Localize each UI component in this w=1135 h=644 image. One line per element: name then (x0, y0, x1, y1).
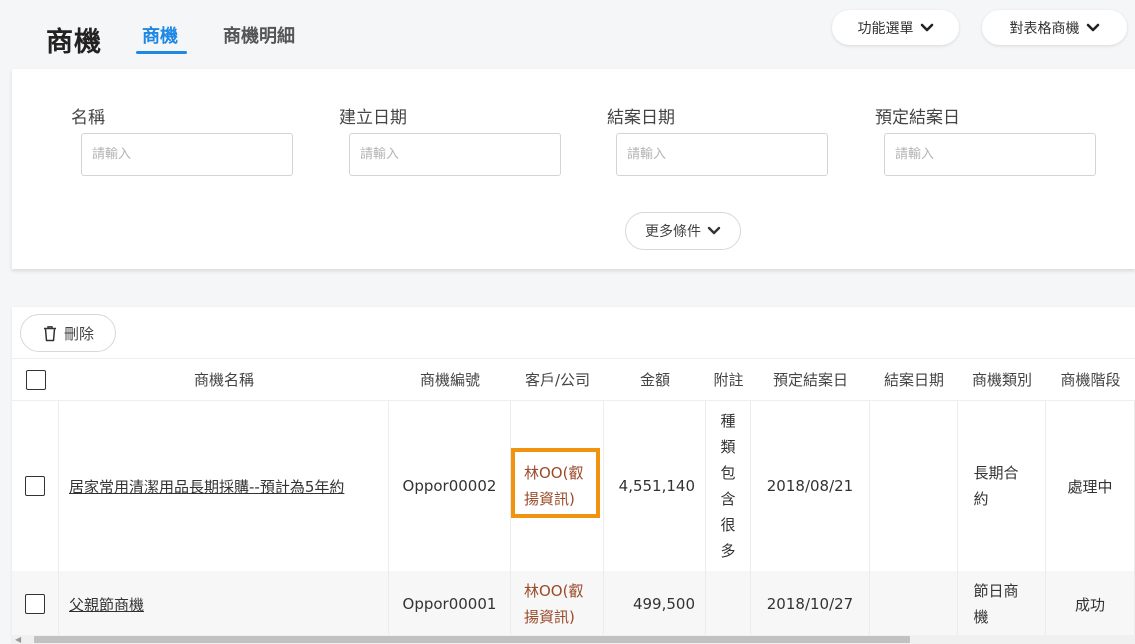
filter-label-created-date: 建立日期 (339, 108, 407, 128)
tab-opportunity-details[interactable]: 商機明細 (223, 22, 295, 48)
due-date-cell: 2018/10/27 (751, 571, 870, 637)
column-header-code[interactable]: 商機編號 (389, 359, 511, 400)
column-header-customer[interactable]: 客戶/公司 (511, 359, 604, 400)
created-date-input[interactable] (349, 133, 561, 176)
customer-cell: 林OO(叡揚資訊) (511, 401, 604, 571)
row-checkbox[interactable] (25, 594, 45, 614)
category-text: 節日商機 (973, 582, 1019, 626)
opportunity-name-link[interactable]: 父親節商機 (69, 594, 144, 615)
table-header-row: 商機名稱 商機編號 客戶/公司 金額 附註 預定結案日 結案日期 商機類別 商機… (12, 358, 1135, 401)
column-header-amount[interactable]: 金額 (604, 359, 706, 400)
scroll-left-icon[interactable]: ◀ (15, 635, 21, 644)
customer-cell: 林OO(叡揚資訊) (511, 571, 604, 637)
name-input[interactable] (81, 133, 293, 176)
row-select-cell (12, 571, 59, 637)
chevron-down-icon (1086, 23, 1099, 31)
note-text: 種類包含很多 (720, 412, 736, 560)
scrollbar-thumb[interactable] (34, 636, 910, 643)
table-panel: 刪除 商機名稱 商機編號 客戶/公司 金額 附註 預定結案日 結案日期 商機類別… (12, 307, 1135, 644)
opportunity-name-link[interactable]: 居家常用清潔用品長期採購--預計為5年約 (69, 476, 344, 497)
tab-opportunities[interactable]: 商機 (142, 22, 178, 48)
table-row: 居家常用清潔用品長期採購--預計為5年約 Oppor00002 林OO(叡揚資訊… (12, 401, 1135, 571)
column-header-note[interactable]: 附註 (706, 359, 751, 400)
chevron-down-icon (707, 226, 721, 235)
code-cell: Oppor00002 (389, 401, 511, 571)
more-conditions-label: 更多條件 (645, 224, 701, 240)
category-cell: 長期合約 (958, 401, 1046, 571)
delete-label: 刪除 (63, 324, 94, 343)
delete-button[interactable]: 刪除 (20, 314, 116, 352)
closed-date-cell (870, 571, 958, 637)
stage-cell: 處理中 (1046, 401, 1135, 571)
column-header-name[interactable]: 商機名稱 (59, 359, 389, 400)
page-header: 商機 商機 商機明細 功能選單 對表格商機 (0, 0, 1135, 68)
amount-cell: 499,500 (604, 571, 706, 637)
table-row: 父親節商機 Oppor00001 林OO(叡揚資訊) 499,500 2018/… (12, 571, 1135, 637)
name-cell: 居家常用清潔用品長期採購--預計為5年約 (59, 401, 389, 571)
select-all-checkbox[interactable] (25, 369, 46, 390)
category-text: 長期合約 (973, 464, 1019, 508)
stage-cell: 成功 (1046, 571, 1135, 637)
more-conditions-button[interactable]: 更多條件 (625, 212, 741, 250)
function-menu-label: 功能選單 (857, 20, 914, 37)
column-header-closed-date[interactable]: 結案日期 (870, 359, 958, 400)
column-header-category[interactable]: 商機類別 (958, 359, 1046, 400)
select-all-cell (12, 359, 59, 400)
filter-label-closed-date: 結案日期 (607, 108, 675, 128)
closed-date-cell (870, 401, 958, 571)
column-header-stage[interactable]: 商機階段 (1046, 359, 1135, 400)
note-cell (706, 571, 751, 637)
trash-icon (43, 325, 56, 341)
table-menu-button[interactable]: 對表格商機 (982, 10, 1127, 45)
customer-link[interactable]: 林OO(叡揚資訊) (524, 460, 590, 512)
customer-link[interactable]: 林OO(叡揚資訊) (524, 578, 590, 630)
row-select-cell (12, 401, 59, 571)
row-checkbox[interactable] (25, 476, 45, 496)
horizontal-scrollbar[interactable]: ◀ (12, 635, 1135, 644)
active-tab-indicator (136, 51, 187, 54)
closed-date-input[interactable] (616, 133, 828, 176)
function-menu-button[interactable]: 功能選單 (832, 10, 959, 45)
filter-panel: 名稱 建立日期 結案日期 預定結案日 更多條件 (12, 69, 1135, 269)
filter-label-due-date: 預定結案日 (875, 108, 960, 128)
chevron-down-icon (920, 23, 933, 31)
code-cell: Oppor00001 (389, 571, 511, 637)
page-title: 商機 (46, 27, 102, 58)
due-date-cell: 2018/08/21 (751, 401, 870, 571)
amount-cell: 4,551,140 (604, 401, 706, 571)
column-header-due-date[interactable]: 預定結案日 (751, 359, 870, 400)
filter-label-name: 名稱 (71, 108, 105, 128)
note-cell: 種類包含很多 (706, 401, 751, 571)
name-cell: 父親節商機 (59, 571, 389, 637)
due-date-input[interactable] (884, 133, 1096, 176)
category-cell: 節日商機 (958, 571, 1046, 637)
table-menu-label: 對表格商機 (1009, 20, 1080, 37)
